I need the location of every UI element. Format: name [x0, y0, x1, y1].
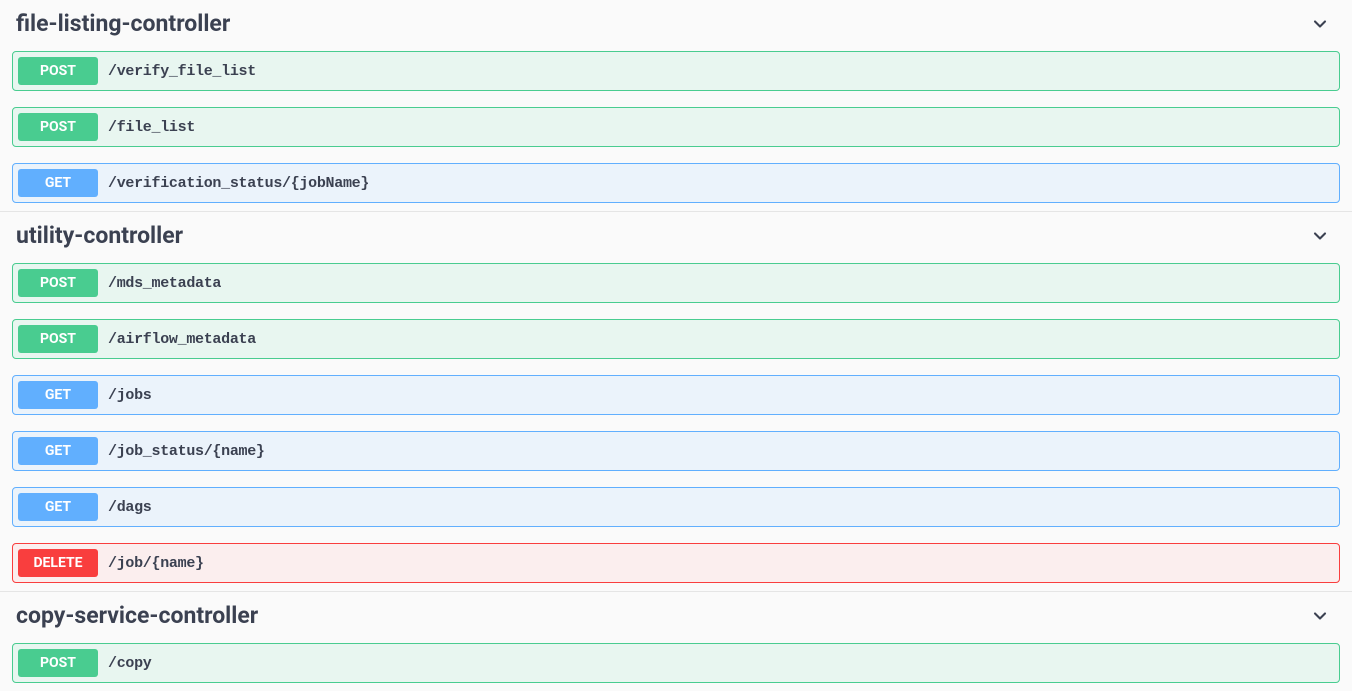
method-badge-post: POST	[18, 649, 98, 677]
endpoint-row[interactable]: GET/job_status/{name}	[12, 431, 1340, 471]
endpoint-row[interactable]: GET/dags	[12, 487, 1340, 527]
chevron-down-icon	[1310, 226, 1330, 246]
endpoint-path: /mds_metadata	[108, 275, 221, 292]
method-badge-post: POST	[18, 325, 98, 353]
controller-section: copy-service-controller POST/copy	[12, 592, 1340, 683]
method-badge-delete: DELETE	[18, 549, 98, 577]
endpoint-path: /copy	[108, 655, 152, 672]
method-badge-get: GET	[18, 169, 98, 197]
method-badge-post: POST	[18, 269, 98, 297]
controller-title: file-listing-controller	[16, 10, 230, 37]
endpoint-path: /verification_status/{jobName}	[108, 175, 369, 192]
endpoint-row[interactable]: GET/jobs	[12, 375, 1340, 415]
method-badge-post: POST	[18, 57, 98, 85]
chevron-down-icon	[1310, 606, 1330, 626]
controller-header[interactable]: utility-controller	[12, 212, 1340, 263]
controller-section: utility-controllerPOST/mds_metadataPOST/…	[12, 212, 1340, 583]
endpoint-path: /job/{name}	[108, 555, 204, 572]
controller-header[interactable]: copy-service-controller	[12, 592, 1340, 643]
endpoint-path: /job_status/{name}	[108, 443, 265, 460]
endpoint-path: /file_list	[108, 119, 195, 136]
endpoint-path: /airflow_metadata	[108, 331, 256, 348]
endpoint-row[interactable]: POST/airflow_metadata	[12, 319, 1340, 359]
endpoint-list: POST/verify_file_listPOST/file_listGET/v…	[12, 51, 1340, 203]
endpoint-row[interactable]: POST/verify_file_list	[12, 51, 1340, 91]
endpoint-list: POST/mds_metadataPOST/airflow_metadataGE…	[12, 263, 1340, 583]
endpoint-row[interactable]: POST/mds_metadata	[12, 263, 1340, 303]
endpoint-path: /dags	[108, 499, 152, 516]
controller-title: copy-service-controller	[16, 602, 258, 629]
method-badge-get: GET	[18, 493, 98, 521]
controller-title: utility-controller	[16, 222, 183, 249]
method-badge-get: GET	[18, 437, 98, 465]
method-badge-post: POST	[18, 113, 98, 141]
endpoint-row[interactable]: GET/verification_status/{jobName}	[12, 163, 1340, 203]
controller-header[interactable]: file-listing-controller	[12, 0, 1340, 51]
endpoint-path: /jobs	[108, 387, 152, 404]
endpoint-path: /verify_file_list	[108, 63, 256, 80]
endpoint-row[interactable]: POST/file_list	[12, 107, 1340, 147]
method-badge-get: GET	[18, 381, 98, 409]
endpoint-row[interactable]: DELETE/job/{name}	[12, 543, 1340, 583]
endpoint-row[interactable]: POST/copy	[12, 643, 1340, 683]
controller-section: file-listing-controller POST/verify_file_…	[12, 0, 1340, 203]
endpoint-list: POST/copy	[12, 643, 1340, 683]
chevron-down-icon	[1310, 14, 1330, 34]
